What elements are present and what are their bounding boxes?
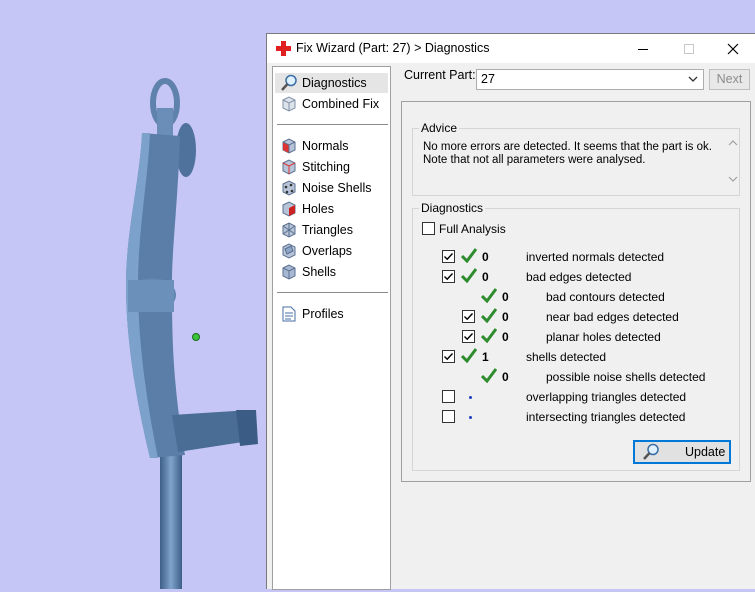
status-ok-icon [460,348,478,364]
diagnostic-label: bad edges detected [526,270,632,284]
current-part-select[interactable]: 27 [476,69,704,90]
nav-separator [277,124,388,125]
next-button[interactable]: Next [709,69,750,90]
diagnostic-checkbox[interactable] [442,270,455,283]
holes-cube-icon [279,200,299,218]
full-analysis-label: Full Analysis [439,222,506,236]
magnifier-icon [643,443,659,460]
checkmark-icon [464,333,474,341]
magnifier-icon [279,74,299,92]
diagnostic-label: inverted normals detected [526,250,665,264]
full-analysis-checkbox[interactable] [422,222,435,235]
diagnostic-label: shells detected [526,350,607,364]
minimize-icon [638,48,648,50]
diagnostic-count: 0 [482,250,489,264]
update-button[interactable]: Update [633,440,731,464]
diagnostic-count: 0 [502,310,509,324]
status-ok-icon [480,368,498,384]
advice-group: Advice No more errors are detected. It s… [412,121,740,196]
checkmark-icon [444,353,454,361]
nav-item-triangles[interactable]: Triangles [275,220,388,240]
stitching-cube-icon [279,158,299,176]
advice-scrollbar[interactable] [726,137,740,185]
part-model [126,78,258,589]
nav-item-combined-fix[interactable]: Combined Fix [275,94,388,114]
3d-viewport[interactable] [0,0,270,589]
diagnostic-count: 0 [502,330,509,344]
nav-item-holes[interactable]: Holes [275,199,388,219]
status-ok-icon [460,248,478,264]
triangles-cube-icon [279,221,299,239]
nav-item-diagnostics[interactable]: Diagnostics [275,73,388,93]
diagnostic-label: overlapping triangles detected [526,390,687,404]
diagnostic-label: planar holes detected [546,330,661,344]
noise-shells-icon [279,179,299,197]
window-title: Fix Wizard (Part: 27) > Diagnostics [296,41,490,55]
nav-item-profiles[interactable]: Profiles [275,304,388,324]
diagnostics-title: Diagnostics [419,201,486,215]
status-ok-icon [480,308,498,324]
status-ok-icon [480,328,498,344]
nav-item-stitching[interactable]: Stitching [275,157,388,177]
diagnostic-checkbox[interactable] [462,310,475,323]
diagnostic-count: 1 [482,350,489,364]
nav-item-shells[interactable]: Shells [275,262,388,282]
diagnostic-count: 0 [502,370,509,384]
status-pending-icon [469,416,472,419]
diagnostic-label: intersecting triangles detected [526,410,686,424]
checkmark-icon [444,273,454,281]
fix-wizard-window: Fix Wizard (Part: 27) > Diagnostics Diag… [266,33,755,590]
diagnostic-count: 0 [502,290,509,304]
diagnostic-checkbox[interactable] [442,390,455,403]
nav-item-overlaps[interactable]: Overlaps [275,241,388,261]
diagnostic-label: possible noise shells detected [546,370,706,384]
nav-item-normals[interactable]: Normals [275,136,388,156]
status-ok-icon [480,288,498,304]
cube-icon [279,95,299,113]
checkmark-icon [464,313,474,321]
checkmark-icon [444,253,454,261]
diagnostic-checkbox[interactable] [462,330,475,343]
title-bar[interactable]: Fix Wizard (Part: 27) > Diagnostics [267,34,755,63]
diagnostic-label: bad contours detected [546,290,665,304]
current-part-label: Current Part: [404,68,476,82]
normals-cube-icon [279,137,299,155]
diagnostic-checkbox[interactable] [442,410,455,423]
diagnostic-count: 0 [482,270,489,284]
diagnostic-checkbox[interactable] [442,250,455,263]
maximize-icon [684,43,694,54]
advice-text: No more errors are detected. It seems th… [423,141,712,166]
advice-title: Advice [419,121,460,135]
document-icon [279,305,299,323]
diagnostics-panel: Advice No more errors are detected. It s… [401,101,751,482]
nav-separator [277,292,388,293]
status-ok-icon [460,268,478,284]
red-cross-app-icon [276,41,291,56]
status-pending-icon [469,396,472,399]
shells-cube-icon [279,263,299,281]
nav-item-noise-shells[interactable]: Noise Shells [275,178,388,198]
update-label: Update [685,445,726,459]
diagnostic-label: near bad edges detected [546,310,679,324]
close-icon [727,43,739,54]
chevron-down-icon [688,76,698,82]
overlaps-cube-icon [279,242,299,260]
close-button[interactable] [710,34,755,63]
maximize-button[interactable] [666,34,712,63]
diagnostics-group: Diagnostics Full Analysis 0 inverted norm… [412,201,740,471]
minimize-button[interactable] [620,34,666,63]
wizard-nav: Diagnostics Combined Fix Normals Stitchi… [272,66,391,590]
diagnostic-checkbox[interactable] [442,350,455,363]
current-part-value: 27 [481,72,495,86]
